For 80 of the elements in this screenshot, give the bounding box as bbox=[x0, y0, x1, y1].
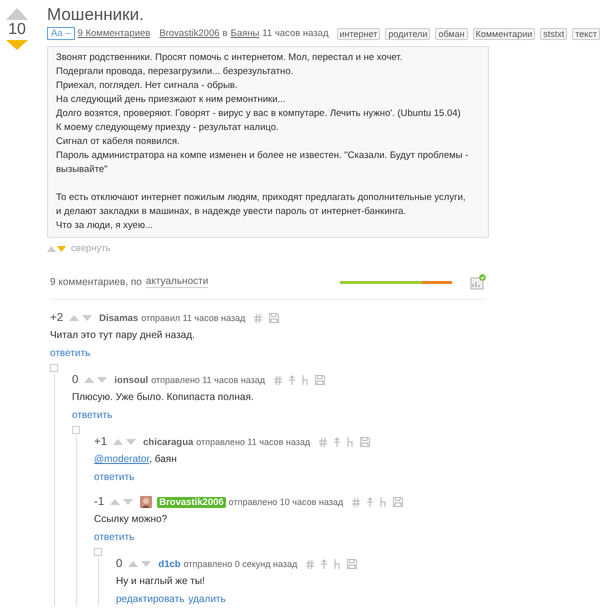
save-icon[interactable] bbox=[393, 497, 404, 507]
comment-action-link[interactable]: ответить bbox=[50, 347, 90, 360]
comment-action-link[interactable]: редактировать bbox=[116, 593, 184, 606]
collapse-toggle-icon[interactable] bbox=[50, 364, 58, 372]
collapse-toggle-icon[interactable] bbox=[94, 548, 102, 556]
save-icon[interactable] bbox=[360, 437, 370, 447]
tag[interactable]: текст bbox=[572, 28, 600, 40]
collapse-toggle-icon[interactable] bbox=[72, 426, 80, 434]
comment-score: -1 bbox=[94, 496, 104, 508]
parent-arrow-icon[interactable] bbox=[321, 559, 328, 569]
downvote-icon[interactable] bbox=[97, 377, 108, 383]
mention-link[interactable]: @moderator bbox=[94, 454, 150, 465]
comment-time: отправлено 10 часов назад bbox=[228, 497, 344, 507]
comment-time: отправлено 0 секунд назад bbox=[184, 559, 298, 569]
community-link[interactable]: Баяны bbox=[230, 28, 260, 39]
upvote-icon[interactable] bbox=[47, 246, 56, 252]
tag[interactable]: Комментарии bbox=[472, 28, 536, 40]
tag[interactable]: родители bbox=[385, 28, 430, 40]
tag[interactable]: ststxt bbox=[540, 28, 568, 40]
anchor-icon[interactable] bbox=[352, 498, 360, 506]
avatar-icon[interactable] bbox=[140, 496, 152, 508]
author-name[interactable]: chicaragua bbox=[143, 436, 194, 448]
comment-action-link[interactable]: ответить bbox=[72, 409, 112, 422]
author-link[interactable]: Brovastik2006 bbox=[159, 28, 220, 39]
comment-action-link[interactable]: ответить bbox=[94, 471, 134, 484]
parent-arrow-icon[interactable] bbox=[367, 497, 374, 507]
post-body: Звонят родственники. Просят помочь с интернетом. Мол, перестал и не хочет. Подергали провода, перезагрузили... безрезультатно. Приехал, поглядел. Нет сигнала - обрыв. На следующий день приезжают к ним ремонтники... Долго возятся, проверяют. Говорят - вирус у вас в компутаре. Лечить нужно'. (Ubuntu 15.04) К моему следующему приезду - результат налицо. Сигнал от кабеля появился. Пароль администратора на компе изменен и более не известен. "Сказали. Будут проблемы - вызывайте" То есть отключают интернет пожилым людям, приходят предлагать дополнительные услуги, и делают закладки в машинах, в надежде увести пароль от интернет-банкинга. Что за люди, я хуею... bbox=[47, 46, 489, 238]
thread-icon[interactable] bbox=[334, 559, 340, 569]
comments-link[interactable]: 9 Комментариев bbox=[78, 28, 150, 39]
thread-icon[interactable] bbox=[380, 497, 386, 507]
tag[interactable]: обман bbox=[435, 28, 468, 40]
upvote-icon[interactable] bbox=[128, 561, 138, 567]
comment-action-link[interactable]: удалить bbox=[188, 593, 226, 606]
downvote-icon[interactable] bbox=[57, 246, 66, 252]
author-name[interactable]: ionsoul bbox=[114, 374, 148, 386]
post-title[interactable]: Мошенники. bbox=[47, 4, 489, 26]
comment-text: Ну и наглый же ты! bbox=[116, 575, 206, 589]
tag[interactable]: интернет bbox=[336, 28, 380, 40]
upvote-icon[interactable] bbox=[69, 315, 80, 321]
parent-arrow-icon[interactable] bbox=[334, 437, 340, 447]
post-rating: 10 bbox=[8, 21, 26, 39]
comment-time: отправил 11 часов назад bbox=[141, 313, 246, 323]
font-size-toggle[interactable]: Aa – bbox=[47, 27, 75, 40]
save-icon[interactable] bbox=[315, 375, 325, 385]
downvote-icon[interactable] bbox=[123, 499, 134, 505]
upvote-icon[interactable] bbox=[113, 439, 124, 445]
comment-text: Плюсую. Уже было. Копипаста полная. bbox=[72, 391, 255, 405]
save-icon[interactable] bbox=[347, 559, 358, 569]
comment-text: Читал это тут пару дней назад. bbox=[50, 329, 196, 343]
upvote-icon[interactable] bbox=[6, 8, 28, 20]
thread-icon[interactable] bbox=[347, 437, 354, 447]
parent-arrow-icon[interactable] bbox=[289, 375, 295, 385]
author-name[interactable]: d1cb bbox=[158, 558, 181, 570]
comment-text: @moderator, баян bbox=[94, 453, 178, 467]
comment-score: +2 bbox=[50, 312, 64, 324]
comment-action-link[interactable]: ответить bbox=[94, 531, 134, 544]
post-time: 11 часов назад bbox=[262, 28, 328, 39]
comment-time: отправлено 11 часов назад bbox=[196, 437, 310, 447]
comment-score: +1 bbox=[94, 436, 108, 448]
upvote-icon[interactable] bbox=[110, 499, 120, 505]
anchor-icon[interactable] bbox=[254, 314, 262, 322]
upvote-icon[interactable] bbox=[84, 377, 94, 383]
downvote-icon[interactable] bbox=[126, 439, 136, 445]
anchor-icon[interactable] bbox=[274, 376, 282, 384]
in-label: в bbox=[222, 28, 228, 39]
anchor-icon[interactable] bbox=[306, 560, 314, 568]
downvote-icon[interactable] bbox=[82, 315, 92, 321]
comments-count: 9 комментариев, по bbox=[50, 276, 142, 288]
comment-time: отправлено 11 часов назад bbox=[151, 375, 265, 385]
downvote-icon[interactable] bbox=[141, 561, 152, 567]
downvote-icon[interactable] bbox=[6, 40, 28, 50]
thread-icon[interactable] bbox=[302, 375, 308, 385]
anchor-icon[interactable] bbox=[319, 438, 328, 446]
save-icon[interactable] bbox=[269, 313, 280, 323]
comment-score: 0 bbox=[116, 558, 122, 570]
comment-score: 0 bbox=[72, 374, 78, 386]
image-check-icon[interactable] bbox=[470, 274, 486, 290]
comment-text: Ссылку можно? bbox=[94, 513, 168, 527]
sort-link[interactable]: актуальности bbox=[146, 276, 208, 288]
author-name[interactable]: Disamas bbox=[99, 312, 138, 324]
